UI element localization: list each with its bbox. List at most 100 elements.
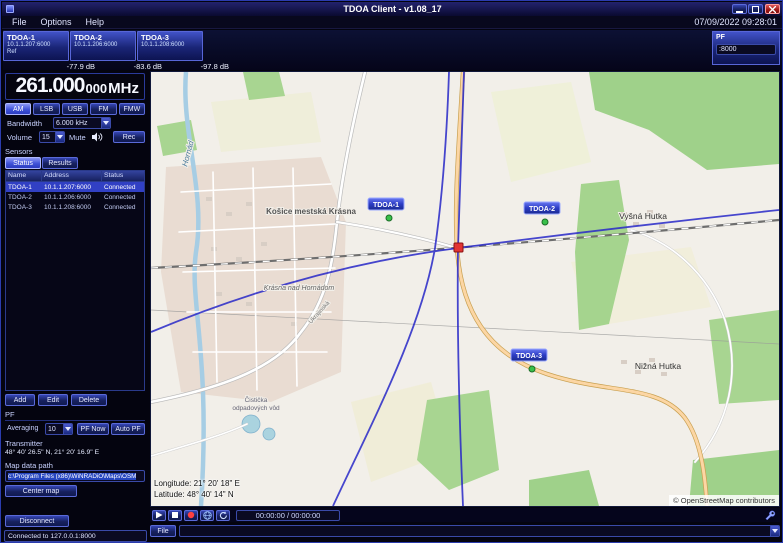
transmitter-marker[interactable]: [454, 243, 463, 252]
cursor-coordinates: Longitude: 21° 20' 18" E Latitude: 48° 4…: [154, 479, 240, 501]
chevron-down-icon[interactable]: [770, 526, 779, 536]
pf-address-field[interactable]: :8000: [716, 44, 776, 55]
minimize-button[interactable]: [732, 4, 747, 14]
sensor-panel-tdoa2[interactable]: TDOA-2 10.1.1.206:6000: [70, 31, 136, 61]
sensor-level-tdoa3: -97.8 dB: [159, 62, 229, 71]
center-map-button[interactable]: Center map: [5, 485, 77, 497]
loop-icon: [219, 511, 228, 520]
delete-button[interactable]: Delete: [71, 394, 107, 406]
map-attribution: © OpenStreetMap contributors: [669, 495, 779, 506]
map-label-facility-1: Čistička: [245, 395, 268, 404]
close-icon: [769, 6, 776, 13]
mode-button-row: AM LSB USB FM FMW: [5, 103, 145, 115]
tab-results[interactable]: Results: [42, 157, 78, 169]
volume-label: Volume: [7, 133, 32, 142]
mode-fmw-button[interactable]: FMW: [119, 103, 145, 115]
loop-button[interactable]: [216, 510, 230, 521]
table-row[interactable]: TDOA-1 10.1.1.207:6000 Connected: [6, 182, 144, 192]
longitude-readout: Longitude: 21° 20' 18" E: [154, 479, 240, 490]
sensor-ref-flag: Ref: [7, 49, 65, 56]
map-label-suburb: Krásna nad Hornádom: [264, 285, 335, 292]
mode-usb-button[interactable]: USB: [62, 103, 88, 115]
sensor-marker-label: TDOA-2: [529, 206, 555, 213]
playback-bar: 00:00:00 / 00:00:00: [150, 508, 780, 522]
pf-now-button[interactable]: PF Now: [77, 423, 109, 435]
settings-button[interactable]: [762, 509, 778, 521]
tab-status[interactable]: Status: [5, 157, 41, 169]
record-button[interactable]: Rec: [113, 131, 145, 143]
speaker-icon[interactable]: [91, 131, 103, 143]
volume-value: 15: [40, 132, 55, 142]
map-data-path-input[interactable]: c:\Program Files (x86)\WiNRADiO\Maps\OSM: [5, 470, 145, 482]
bandwidth-select[interactable]: 6.000 kHz: [53, 117, 111, 129]
map-view[interactable]: Košice mestská Krásna Krásna nad Hornádo…: [150, 71, 780, 507]
volume-select[interactable]: 15: [39, 131, 65, 143]
frequency-hz: 000: [85, 82, 107, 95]
file-combobox[interactable]: [179, 525, 780, 537]
mode-fm-button[interactable]: FM: [90, 103, 116, 115]
title-bar[interactable]: TDOA Client - v1.08_17: [2, 2, 783, 16]
column-address[interactable]: Address: [42, 171, 102, 181]
wrench-icon: [765, 510, 776, 521]
sensors-tab-row: Status Results: [5, 157, 78, 169]
cell-address: 10.1.1.206:6000: [42, 194, 102, 201]
table-header: Name Address Status: [6, 171, 144, 182]
disconnect-button[interactable]: Disconnect: [5, 515, 69, 527]
sensors-table: Name Address Status TDOA-1 10.1.1.207:60…: [5, 170, 145, 391]
stop-icon: [171, 511, 179, 519]
sensor-marker-label: TDOA-1: [373, 202, 399, 209]
stop-button[interactable]: [168, 510, 182, 521]
chevron-down-icon[interactable]: [55, 132, 64, 142]
sensor-address: 10.1.1.207:6000: [7, 42, 65, 49]
mute-label: Mute: [69, 133, 86, 142]
file-combobox-value: [180, 526, 770, 536]
pf-server-panel[interactable]: PF :8000: [712, 31, 780, 65]
record-playback-button[interactable]: [184, 510, 198, 521]
connection-status: Connected to 127.0.0.1:8000: [4, 530, 147, 542]
chevron-down-icon[interactable]: [63, 424, 72, 434]
frequency-unit: MHz: [108, 81, 139, 96]
record-icon: [187, 511, 195, 519]
map-canvas[interactable]: Košice mestská Krásna Krásna nad Hornádo…: [151, 72, 779, 506]
sensor-panel-tdoa1[interactable]: TDOA-1 10.1.1.207:6000 Ref: [3, 31, 69, 61]
sensor-dot: [529, 366, 535, 372]
window-title: TDOA Client - v1.08_17: [2, 4, 783, 14]
sensor-panel-tdoa3[interactable]: TDOA-3 10.1.1.208:6000: [137, 31, 203, 61]
maximize-button[interactable]: [748, 4, 763, 14]
datetime-display: 07/09/2022 09:28:01: [694, 17, 777, 27]
play-button[interactable]: [152, 510, 166, 521]
menu-bar: File Options Help 07/09/2022 09:28:01: [2, 16, 783, 29]
add-button[interactable]: Add: [5, 394, 35, 406]
averaging-select[interactable]: 10: [45, 423, 73, 435]
sensor-marker-label: TDOA-3: [516, 353, 542, 360]
column-name[interactable]: Name: [6, 171, 42, 181]
table-row[interactable]: TDOA-2 10.1.1.206:6000 Connected: [6, 192, 144, 202]
sensor-level-tdoa2: -83.6 dB: [92, 62, 162, 71]
auto-pf-button[interactable]: Auto PF: [111, 423, 145, 435]
globe-button[interactable]: [200, 510, 214, 521]
mode-lsb-button[interactable]: LSB: [33, 103, 59, 115]
menu-options[interactable]: Options: [34, 17, 79, 27]
edit-button[interactable]: Edit: [38, 394, 68, 406]
menu-file[interactable]: File: [5, 17, 34, 27]
cell-status: Connected: [102, 184, 144, 191]
menu-help[interactable]: Help: [79, 17, 112, 27]
mode-am-button[interactable]: AM: [5, 103, 31, 115]
map-data-path-value: c:\Program Files (x86)\WiNRADiO\Maps\OSM: [8, 473, 136, 480]
sensor-level-tdoa1: -77.9 dB: [25, 62, 95, 71]
chevron-down-icon[interactable]: [101, 118, 110, 128]
table-row[interactable]: TDOA-3 10.1.1.208:6000 Connected: [6, 202, 144, 212]
bandwidth-label: Bandwidth: [7, 119, 42, 128]
playback-time: 00:00:00 / 00:00:00: [236, 510, 340, 521]
cell-name: TDOA-3: [6, 204, 42, 211]
close-button[interactable]: [765, 4, 780, 14]
latitude-readout: Latitude: 48° 40' 14" N: [154, 490, 240, 501]
sensor-address: 10.1.1.208:6000: [141, 42, 199, 49]
minimize-icon: [736, 6, 743, 13]
sensor-dot: [542, 219, 548, 225]
frequency-display[interactable]: 261.000000MHz: [5, 73, 145, 100]
column-status[interactable]: Status: [102, 171, 144, 181]
sensor-name: TDOA-2: [74, 34, 132, 42]
map-label-facility-2: odpadových vôd: [232, 405, 280, 412]
file-button[interactable]: File: [150, 525, 176, 537]
